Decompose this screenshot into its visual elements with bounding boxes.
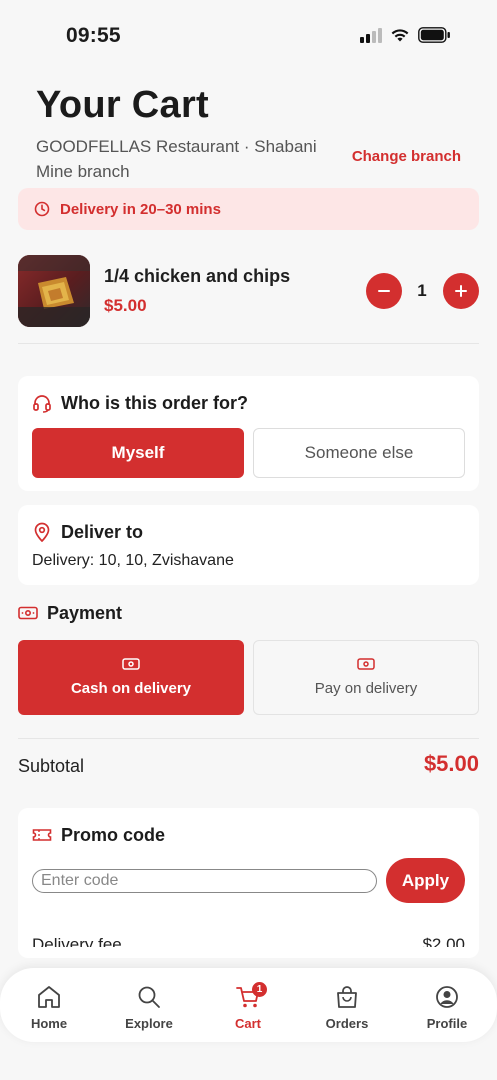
wifi-icon — [391, 29, 409, 42]
restaurant-branch: GOODFELLAS Restaurant · Shabani Mine bra… — [36, 137, 317, 181]
payment-title: Payment — [47, 603, 123, 623]
order-for-title: Who is this order for? — [61, 393, 248, 413]
nav-home-label: Home — [30, 1016, 68, 1031]
divider — [18, 343, 479, 344]
myself-option[interactable]: Myself — [32, 428, 244, 478]
cart-item: 1/4 chicken and chips $5.00 1 — [18, 255, 479, 329]
delivery-fee-value: $2.00 — [422, 935, 465, 947]
cash-on-delivery-option[interactable]: Cash on delivery — [18, 640, 244, 715]
item-thumbnail — [18, 255, 90, 327]
delivery-fee-label: Delivery fee — [32, 935, 122, 947]
cart-badge: 1 — [252, 982, 267, 997]
cash-icon — [357, 658, 375, 670]
delivery-time-banner: Delivery in 20–30 mins — [18, 188, 479, 230]
subtotal-value: $5.00 — [423, 751, 479, 776]
pay-on-delivery-label: Pay on delivery — [314, 680, 418, 697]
search-icon — [138, 986, 160, 1008]
plus-icon — [455, 285, 467, 297]
status-time: 09:55 — [66, 24, 121, 47]
nav-cart[interactable]: 1 Cart — [208, 982, 288, 1031]
nav-explore-label: Explore — [125, 1016, 173, 1031]
bottom-navigation: Home Explore 1 Cart Orders Profile — [0, 968, 497, 1042]
someone-else-option[interactable]: Someone else — [253, 428, 465, 478]
nav-home[interactable]: Home — [9, 984, 89, 1031]
change-branch-button[interactable]: Change branch — [352, 148, 461, 165]
location-pin-icon — [34, 522, 50, 542]
cash-icon — [18, 606, 38, 620]
minus-icon — [378, 290, 390, 292]
nav-cart-label: Cart — [234, 1016, 261, 1031]
bag-icon — [337, 986, 357, 1008]
subtotal-label: Subtotal — [18, 756, 85, 776]
decrease-quantity-button[interactable] — [366, 273, 402, 309]
cash-on-delivery-label: Cash on delivery — [70, 680, 192, 697]
item-price: $5.00 — [104, 296, 147, 315]
promo-code-input[interactable]: Enter code — [32, 869, 377, 893]
apply-promo-button[interactable]: Apply — [386, 858, 465, 903]
cash-icon — [122, 658, 140, 670]
page-title: Your Cart — [36, 84, 210, 126]
ticket-icon — [32, 829, 52, 841]
nav-orders-label: Orders — [325, 1016, 369, 1031]
delivery-address: Delivery: 10, 10, Zvishavane — [32, 552, 234, 569]
nav-orders[interactable]: Orders — [307, 984, 387, 1031]
divider — [18, 738, 479, 739]
promo-title: Promo code — [61, 825, 166, 845]
deliver-to-title: Deliver to — [61, 522, 144, 542]
pay-on-delivery-option[interactable]: Pay on delivery — [253, 640, 479, 715]
deliver-to-card — [18, 505, 479, 585]
increase-quantity-button[interactable] — [443, 273, 479, 309]
headset-icon — [33, 395, 51, 413]
nav-profile[interactable]: Profile — [407, 984, 487, 1031]
status-icons — [360, 27, 451, 43]
home-icon — [38, 986, 60, 1008]
delivery-time-text: Delivery in 20–30 mins — [60, 200, 221, 218]
cellular-signal-icon — [360, 27, 382, 43]
nav-explore[interactable]: Explore — [109, 984, 189, 1031]
item-name: 1/4 chicken and chips — [104, 266, 291, 286]
clock-icon — [34, 201, 50, 217]
battery-icon — [418, 27, 450, 43]
fee-row: Delivery fee $2.00 — [18, 921, 479, 947]
profile-icon — [436, 986, 458, 1008]
quantity-value: 1 — [417, 281, 427, 300]
nav-profile-label: Profile — [426, 1016, 468, 1031]
status-bar: 09:55 — [0, 0, 497, 72]
